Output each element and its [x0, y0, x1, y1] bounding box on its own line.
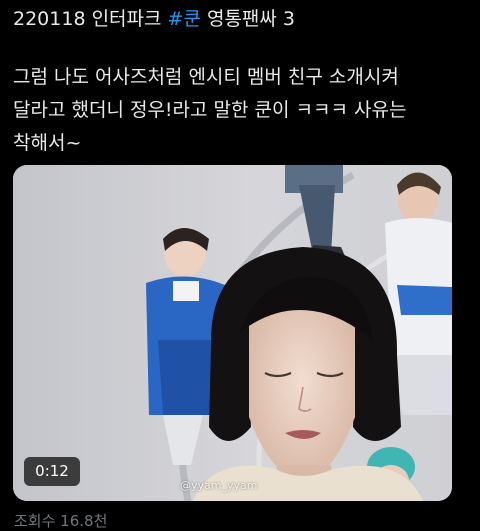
- tweet-text-line-1: 220118 인터파크 #쿤 영통팬싸 3: [13, 6, 295, 32]
- video-frame: [13, 165, 452, 501]
- tweet-text-line-3: 달라고 했더니 정우!라고 말한 쿤이 ㅋㅋㅋ 사유는: [13, 99, 407, 121]
- view-count: 조회수 16.8천: [14, 512, 108, 530]
- video-watermark: @yyam_yyam: [180, 479, 258, 492]
- tweet-text-prefix: 220118 인터파크: [13, 8, 168, 30]
- tweet-text-suffix: 영통팬싸 3: [200, 8, 296, 30]
- tweet-text-line-4: 착해서~: [13, 132, 82, 154]
- video-player[interactable]: [13, 165, 452, 501]
- tweet-text-line-2: 그럼 나도 어사즈처럼 엔시티 멤버 친구 소개시켜: [13, 66, 399, 88]
- video-duration-badge: 0:12: [24, 457, 80, 486]
- hashtag-link[interactable]: #쿤: [168, 8, 201, 30]
